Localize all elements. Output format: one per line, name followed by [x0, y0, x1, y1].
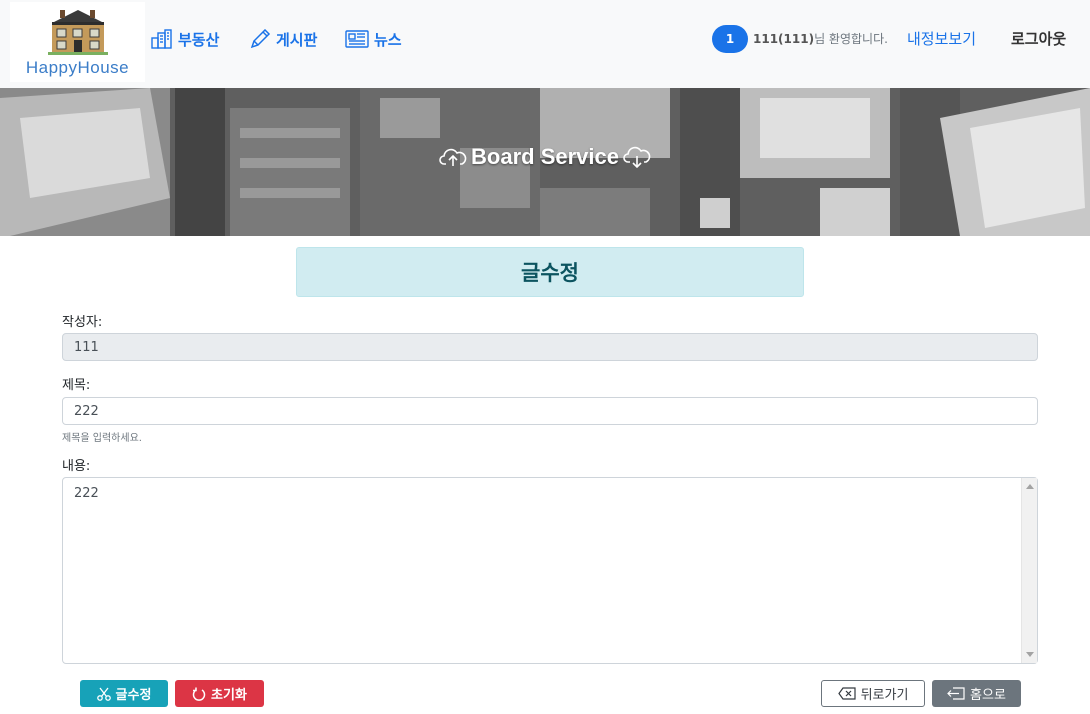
logout-link[interactable]: 로그아웃 [1011, 28, 1066, 49]
nav-board-label: 게시판 [276, 30, 318, 49]
hero-banner: Board Service [0, 88, 1090, 236]
refresh-icon [192, 687, 206, 701]
modify-button-label: 글수정 [115, 688, 152, 703]
subject-label: 제목: [62, 378, 91, 393]
content-label: 내용: [62, 459, 91, 474]
welcome-suffix: 님 환영합니다. [814, 32, 888, 46]
content-textarea[interactable]: 222 [62, 477, 1038, 664]
building-icon [151, 29, 172, 49]
house-logo-icon [48, 10, 108, 55]
pencil-icon [250, 29, 271, 49]
cloud-download-icon [623, 146, 651, 168]
content-value: 222 [74, 486, 99, 501]
navbar: HappyHouse 부동산 게시판 뉴스 1 111(111)님 환영합니다.… [0, 0, 1090, 88]
scroll-down-arrow-icon[interactable] [1026, 652, 1034, 657]
newspaper-icon [345, 30, 369, 48]
form-title: 글수정 [296, 247, 804, 297]
nav-item-board[interactable]: 게시판 [249, 26, 317, 52]
nav-item-news[interactable]: 뉴스 [345, 26, 402, 52]
home-button-label: 홈으로 [970, 688, 1006, 703]
back-button-label: 뒤로가기 [860, 688, 909, 703]
backspace-icon [837, 687, 856, 700]
back-button[interactable]: 뒤로가기 [821, 680, 925, 707]
hero-title-text: Board Service [471, 144, 619, 169]
notification-badge[interactable]: 1 [712, 25, 748, 53]
modify-button[interactable]: 글수정 [80, 680, 168, 707]
welcome-user: 111(111) [753, 32, 815, 46]
scissors-icon [96, 687, 111, 701]
reset-button-label: 초기화 [211, 688, 247, 703]
home-button[interactable]: 홈으로 [932, 680, 1021, 707]
welcome-message: 111(111)님 환영합니다. [753, 30, 888, 47]
logo-text: HappyHouse [25, 58, 130, 77]
writer-field: 111 [62, 333, 1038, 361]
hero-title: Board Service [0, 144, 1090, 170]
logo[interactable]: HappyHouse [10, 2, 145, 82]
nav-estate-label: 부동산 [178, 30, 220, 49]
writer-label: 작성자: [62, 315, 103, 330]
textarea-scrollbar[interactable] [1021, 478, 1037, 663]
cloud-upload-icon [439, 148, 467, 166]
box-arrow-left-icon [947, 687, 965, 700]
mypage-link[interactable]: 내정보보기 [907, 28, 976, 49]
nav-item-estate[interactable]: 부동산 [151, 26, 219, 52]
subject-help-text: 제목을 입력하세요. [62, 433, 142, 444]
nav-news-label: 뉴스 [374, 30, 402, 49]
reset-button[interactable]: 초기화 [175, 680, 264, 707]
scroll-up-arrow-icon[interactable] [1026, 484, 1034, 489]
subject-input[interactable]: 222 [62, 397, 1038, 425]
